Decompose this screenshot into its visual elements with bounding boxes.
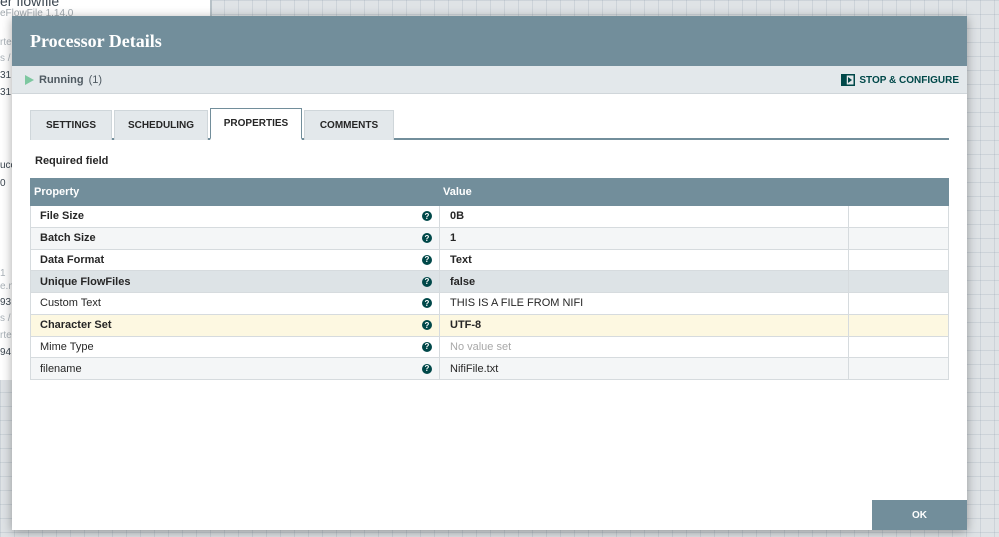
table-row[interactable]: Mime Type ? No value set [30, 336, 949, 359]
canvas-fragment: 0 [0, 178, 6, 189]
row-actions-cell [849, 293, 949, 314]
stop-and-configure-button[interactable]: STOP & CONFIGURE [841, 66, 959, 94]
help-icon[interactable]: ? [422, 320, 432, 331]
table-row[interactable]: Data Format ? Text [30, 249, 949, 272]
property-name: Mime Type [40, 340, 94, 353]
tab-bar: SETTINGS SCHEDULING PROPERTIES COMMENTS [30, 108, 949, 140]
run-state-label: Running [39, 74, 84, 86]
stop-configure-icon [841, 74, 856, 86]
tab-properties[interactable]: PROPERTIES [210, 108, 302, 140]
property-name-cell: Character Set ? [30, 314, 440, 336]
help-icon[interactable]: ? [422, 276, 432, 287]
property-value[interactable]: NifiFile.txt [440, 358, 849, 379]
property-name-cell: Mime Type ? [30, 336, 440, 358]
properties-table: Property Value File Size ? 0B Batch Size… [30, 178, 949, 380]
help-icon[interactable]: ? [422, 233, 432, 244]
run-count-label: (1) [88, 74, 103, 86]
ok-button[interactable]: OK [872, 500, 967, 530]
help-icon[interactable]: ? [422, 211, 432, 222]
property-name-cell: Data Format ? [30, 249, 440, 271]
help-icon[interactable]: ? [422, 363, 432, 374]
property-name-cell: filename ? [30, 358, 440, 379]
column-header-property[interactable]: Property [34, 178, 79, 206]
table-row[interactable]: File Size ? 0B [30, 206, 949, 228]
row-actions-cell [849, 271, 949, 292]
dialog-title: Processor Details [12, 16, 967, 66]
help-icon[interactable]: ? [422, 254, 432, 265]
row-actions-cell [849, 227, 949, 249]
property-name: filename [40, 362, 82, 375]
property-value[interactable]: false [440, 271, 849, 292]
canvas-fragment: 94 [0, 347, 12, 358]
tab-settings[interactable]: SETTINGS [30, 110, 112, 140]
canvas-fragment: 31 [0, 70, 12, 81]
property-value[interactable]: 1 [440, 227, 849, 249]
property-name-cell: Batch Size ? [30, 227, 440, 249]
required-field-label: Required field [35, 155, 109, 167]
property-value[interactable]: Text [440, 249, 849, 271]
property-name: File Size [40, 210, 85, 223]
property-name-cell: Unique FlowFiles ? [30, 271, 440, 292]
property-value[interactable]: UTF-8 [440, 314, 849, 336]
table-row[interactable]: filename ? NifiFile.txt [30, 358, 949, 380]
run-status: Running (1) [25, 66, 102, 94]
table-row[interactable]: Batch Size ? 1 [30, 227, 949, 250]
table-row[interactable]: Unique FlowFiles ? false [30, 271, 949, 293]
property-name: Batch Size [40, 232, 96, 245]
property-value[interactable]: No value set [440, 336, 849, 358]
canvas-fragment: 93 [0, 297, 12, 308]
canvas-fragment: rte [0, 330, 12, 341]
property-name: Data Format [40, 253, 105, 266]
property-name: Custom Text [40, 297, 101, 310]
help-icon[interactable]: ? [422, 341, 432, 352]
property-value[interactable]: 0B [440, 206, 849, 227]
help-icon[interactable]: ? [422, 298, 432, 309]
row-actions-cell [849, 249, 949, 271]
canvas-fragment: s / [0, 53, 11, 64]
table-header: Property Value [30, 178, 949, 206]
canvas-fragment: 31 [0, 87, 12, 98]
property-name: Unique FlowFiles [40, 275, 131, 288]
canvas-fragment: s / [0, 313, 11, 324]
canvas-fragment: 1 [0, 268, 6, 279]
processor-details-dialog: Processor Details Running (1) STOP & CON… [12, 16, 967, 530]
tab-scheduling[interactable]: SCHEDULING [114, 110, 208, 140]
property-name-cell: Custom Text ? [30, 293, 440, 314]
canvas-fragment: rte [0, 37, 12, 48]
running-play-icon [25, 75, 34, 85]
stop-configure-label: STOP & CONFIGURE [859, 74, 959, 86]
property-value[interactable]: THIS IS A FILE FROM NIFI [440, 293, 849, 314]
tab-comments[interactable]: COMMENTS [304, 110, 394, 140]
table-row[interactable]: Character Set ? UTF-8 [30, 314, 949, 337]
status-bar: Running (1) STOP & CONFIGURE [12, 66, 967, 94]
property-name-cell: File Size ? [30, 206, 440, 227]
row-actions-cell [849, 336, 949, 358]
row-actions-cell [849, 358, 949, 379]
table-row[interactable]: Custom Text ? THIS IS A FILE FROM NIFI [30, 293, 949, 315]
column-header-value[interactable]: Value [443, 178, 472, 206]
property-name: Character Set [40, 319, 112, 332]
row-actions-cell [849, 314, 949, 336]
row-actions-cell [849, 206, 949, 227]
